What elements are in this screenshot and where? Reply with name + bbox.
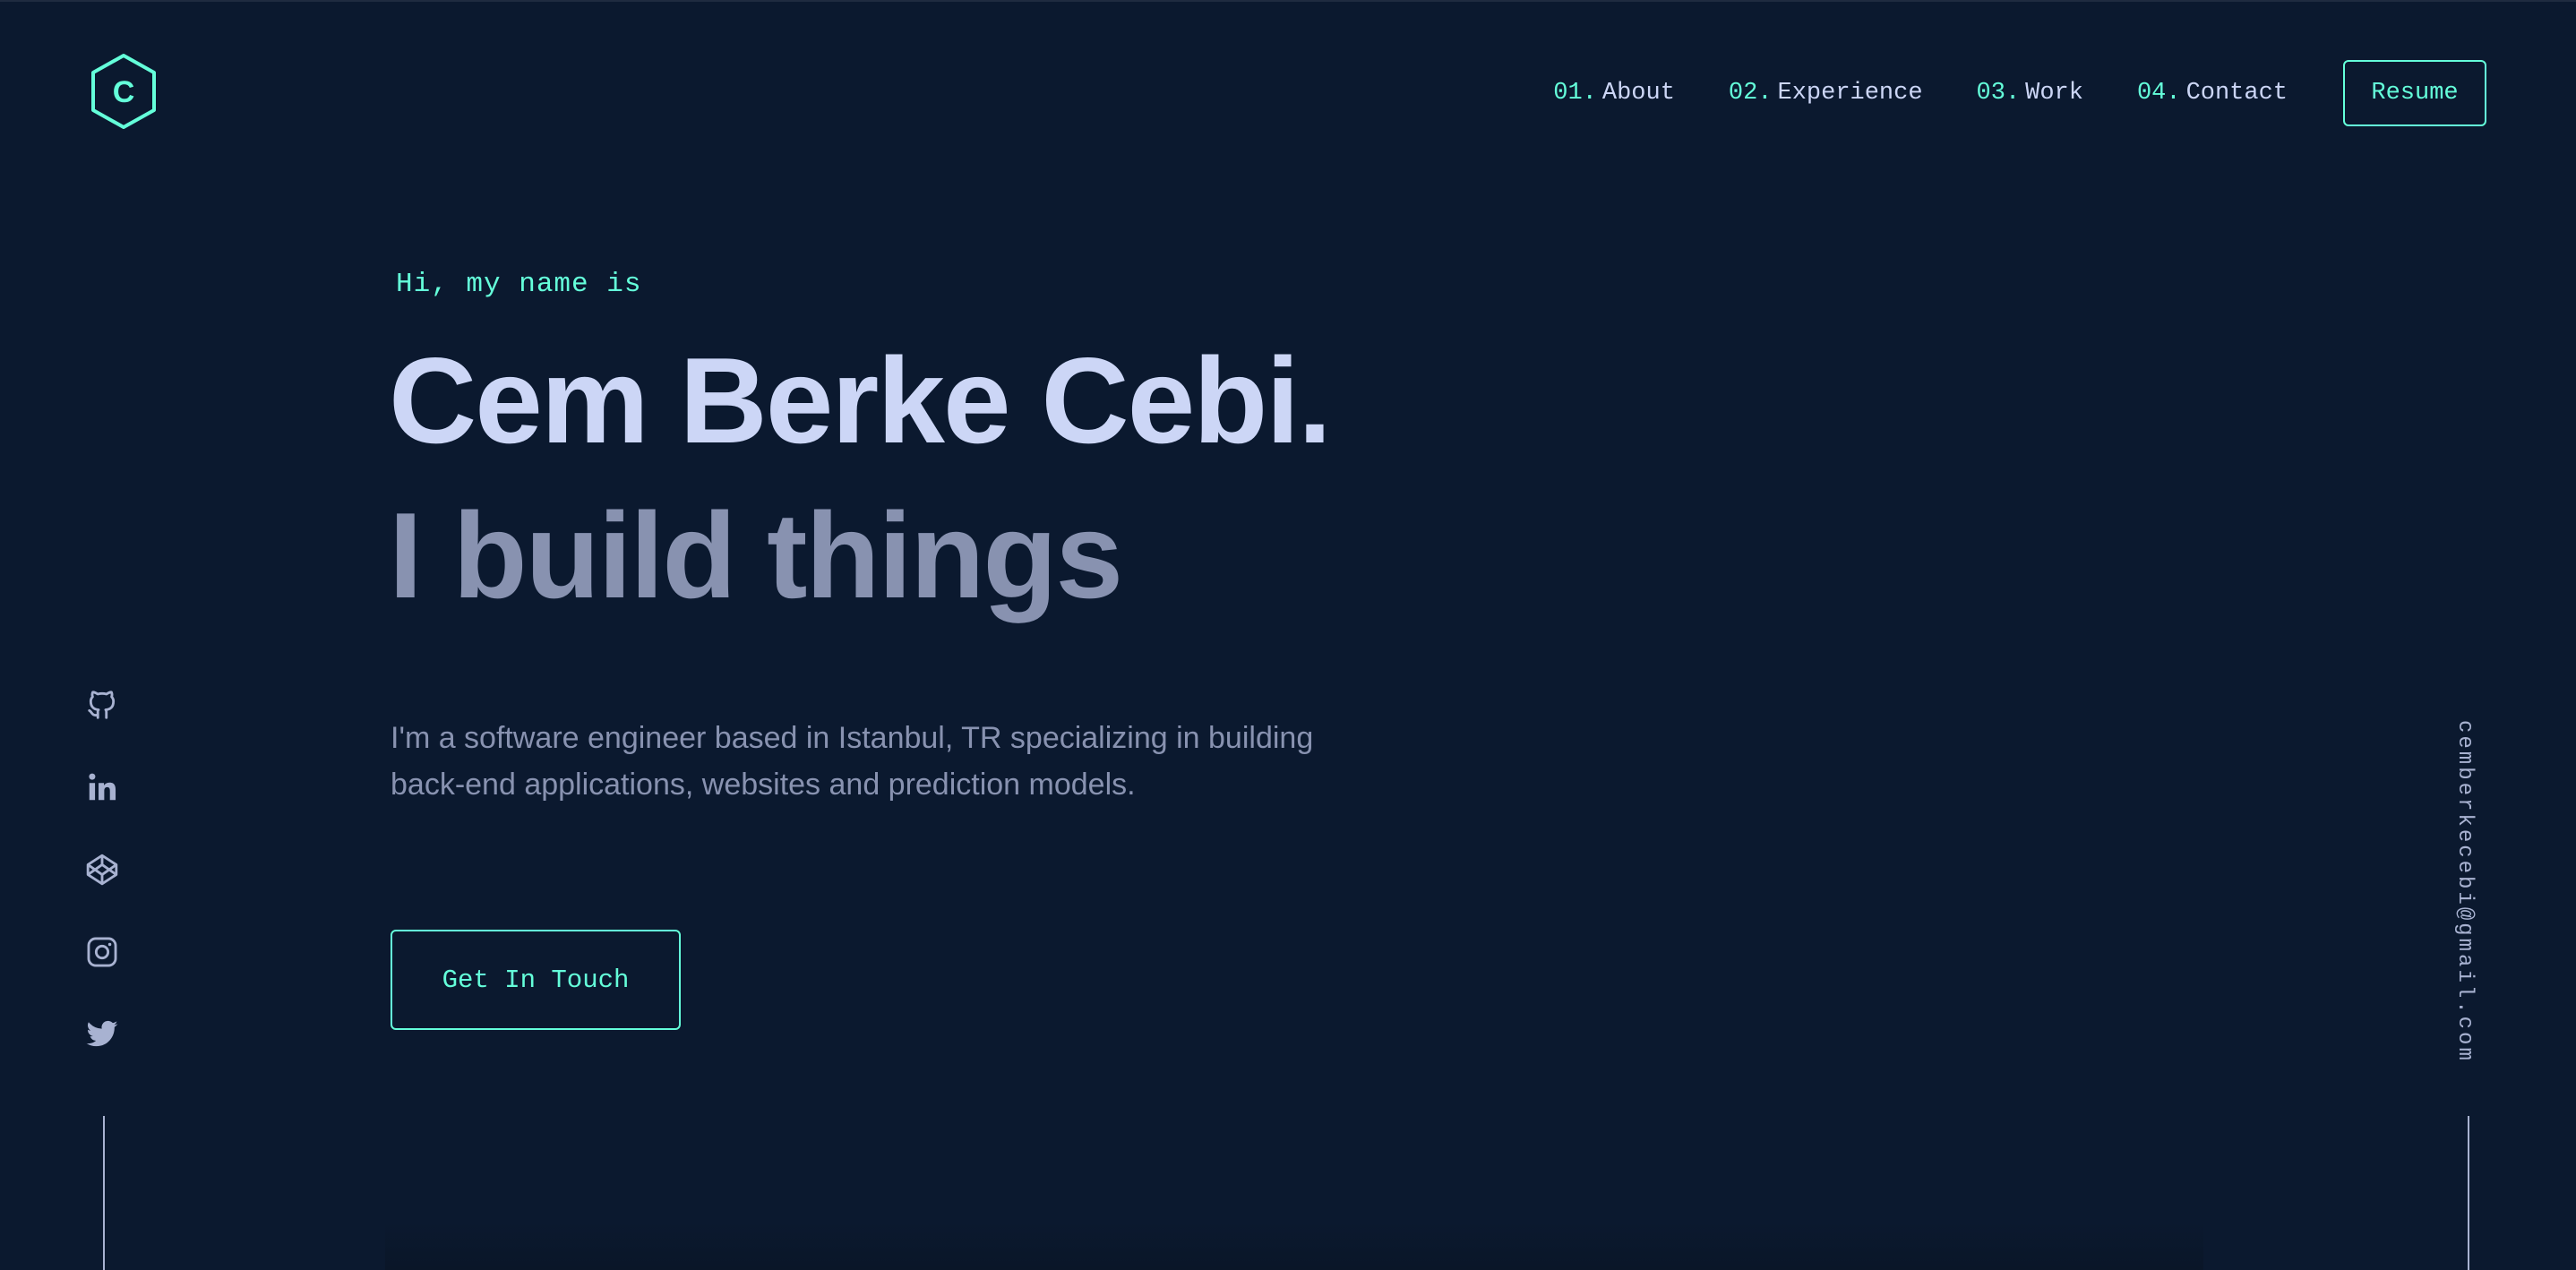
nav-item-work[interactable]: 03. Work bbox=[1977, 80, 2083, 107]
social-sidebar bbox=[82, 685, 125, 1097]
nav-item-about[interactable]: 01. About bbox=[1553, 80, 1675, 107]
hero-description: I'm a software engineer based in Istanbu… bbox=[391, 721, 1314, 802]
nav-number: 01. bbox=[1553, 80, 1597, 107]
nav-label: Work bbox=[2025, 80, 2083, 107]
resume-button[interactable]: Resume bbox=[2343, 60, 2486, 126]
hexagon-logo-icon: C bbox=[91, 54, 156, 129]
instagram-link[interactable] bbox=[82, 932, 122, 972]
nav-number: 04. bbox=[2136, 80, 2181, 107]
codepen-link[interactable] bbox=[82, 850, 122, 889]
instagram-icon bbox=[87, 937, 117, 967]
nav-number: 03. bbox=[1976, 80, 2021, 107]
top-border bbox=[0, 0, 2576, 2]
twitter-link[interactable] bbox=[82, 1015, 122, 1054]
email-divider-line bbox=[2468, 1116, 2469, 1270]
nav-item-contact[interactable]: 04. Contact bbox=[2137, 80, 2288, 107]
social-divider-line bbox=[103, 1116, 105, 1270]
twitter-icon bbox=[86, 1020, 118, 1047]
linkedin-link[interactable] bbox=[82, 768, 122, 807]
hero-tagline: I build things bbox=[389, 487, 1123, 623]
github-link[interactable] bbox=[82, 685, 122, 725]
codepen-icon bbox=[86, 854, 118, 886]
nav-number: 02. bbox=[1728, 80, 1773, 107]
next-section-edge bbox=[385, 1223, 2203, 1270]
linkedin-icon bbox=[89, 773, 116, 801]
nav-label: Experience bbox=[1777, 80, 1923, 107]
get-in-touch-button[interactable]: Get In Touch bbox=[391, 930, 681, 1030]
nav-item-experience[interactable]: 02. Experience bbox=[1729, 80, 1923, 107]
github-icon bbox=[88, 691, 116, 719]
email-link[interactable]: cemberkecebi@gmail.com bbox=[2452, 720, 2477, 1063]
main-nav: 01. About 02. Experience 03. Work 04. Contac… bbox=[1553, 57, 2486, 129]
nav-label: About bbox=[1601, 80, 1675, 107]
logo-letter: C bbox=[113, 75, 135, 109]
hero-name: Cem Berke Cebi. bbox=[389, 332, 1332, 468]
logo[interactable]: C bbox=[88, 52, 159, 131]
nav-label: Contact bbox=[2185, 80, 2288, 107]
hero-intro: Hi, my name is bbox=[396, 269, 642, 300]
